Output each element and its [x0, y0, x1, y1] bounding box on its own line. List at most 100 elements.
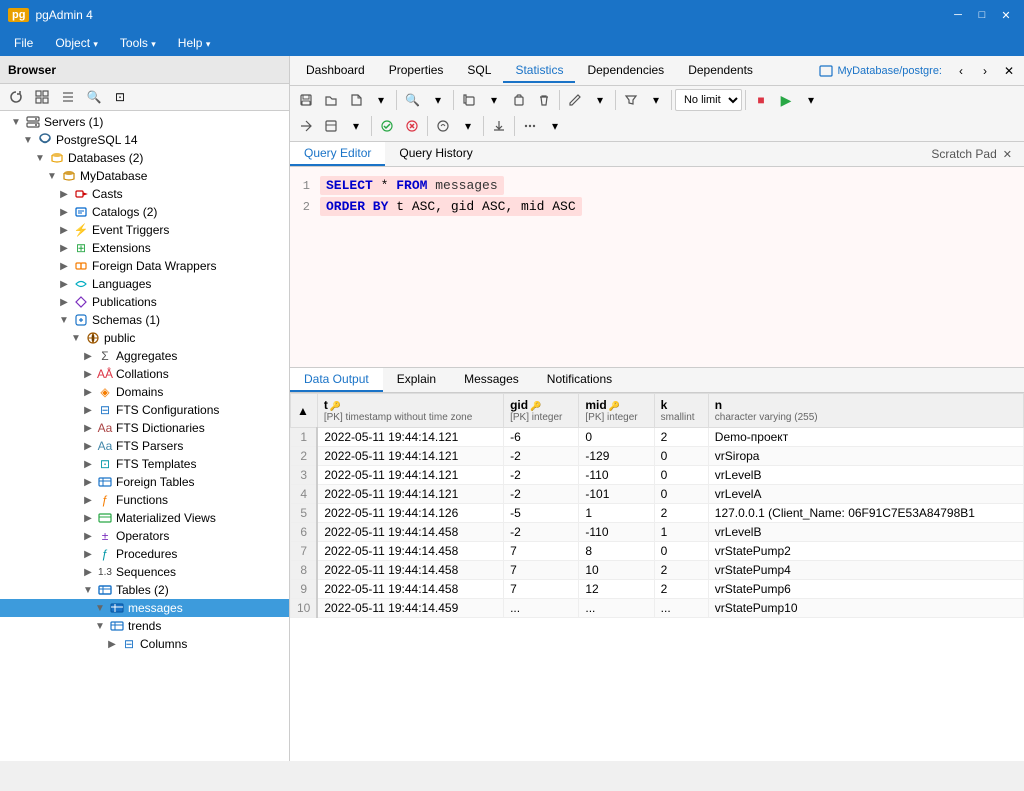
tree-item-trends[interactable]: ▼ trends: [0, 617, 289, 635]
tree-toggle[interactable]: ▼: [92, 603, 108, 614]
toolbar-more-dropdown[interactable]: ▾: [543, 114, 567, 138]
col-header-t[interactable]: t🔑 [PK] timestamp without time zone: [317, 394, 503, 428]
tree-item-sequences[interactable]: ▶ 1.3 Sequences: [0, 563, 289, 581]
tree-item-catalogs[interactable]: ▶ Catalogs (2): [0, 203, 289, 221]
results-tab-explain[interactable]: Explain: [383, 368, 450, 392]
toolbar-row2-btn1[interactable]: [294, 114, 318, 138]
tree-item-domains[interactable]: ▶ ◈ Domains: [0, 383, 289, 401]
toolbar-copy-dropdown[interactable]: ▾: [482, 88, 506, 112]
tree-item-mydatabase[interactable]: ▼ MyDatabase: [0, 167, 289, 185]
scratch-pad-close[interactable]: ✕: [1003, 148, 1012, 161]
tree-toggle[interactable]: ▶: [56, 297, 72, 308]
menu-object[interactable]: Object ▾: [45, 33, 108, 53]
tree-toggle[interactable]: ▶: [80, 567, 96, 578]
toolbar-delete-btn[interactable]: [532, 88, 556, 112]
tree-toggle[interactable]: ▶: [80, 513, 96, 524]
no-limit-select[interactable]: No limit 100 500 1000: [675, 89, 742, 111]
tab-dependents[interactable]: Dependents: [676, 59, 765, 83]
browser-terminal-btn[interactable]: ⊡: [108, 86, 132, 108]
tab-dashboard[interactable]: Dashboard: [294, 59, 377, 83]
menu-help[interactable]: Help ▾: [168, 33, 221, 53]
tree-toggle[interactable]: ▶: [56, 261, 72, 272]
tree-toggle[interactable]: ▶: [56, 243, 72, 254]
col-header-gid[interactable]: gid🔑 [PK] integer: [504, 394, 579, 428]
tree-toggle[interactable]: ▶: [56, 225, 72, 236]
toolbar-edit-btn[interactable]: [563, 88, 587, 112]
toolbar-filter-btn[interactable]: [619, 88, 643, 112]
tree-toggle[interactable]: ▶: [80, 369, 96, 380]
toolbar-copy-btn[interactable]: [457, 88, 481, 112]
col-header-n[interactable]: n character varying (255): [708, 394, 1023, 428]
toolbar-save-btn[interactable]: [294, 88, 318, 112]
scratch-pad-btn[interactable]: Scratch Pad ✕: [919, 142, 1024, 166]
toolbar-macro-btn[interactable]: [431, 114, 455, 138]
tree-toggle[interactable]: ▼: [20, 135, 36, 146]
tree-item-operators[interactable]: ▶ ± Operators: [0, 527, 289, 545]
tree-item-fts-templates[interactable]: ▶ ⊡ FTS Templates: [0, 455, 289, 473]
toolbar-run-dropdown[interactable]: ▾: [799, 88, 823, 112]
tree-toggle[interactable]: ▶: [56, 189, 72, 200]
toolbar-find-btn[interactable]: 🔍: [400, 88, 425, 112]
browser-list-btn[interactable]: [56, 86, 80, 108]
tree-item-functions[interactable]: ▶ ƒ Functions: [0, 491, 289, 509]
col-header-mid[interactable]: mid🔑 [PK] integer: [579, 394, 654, 428]
tree-toggle[interactable]: ▶: [80, 549, 96, 560]
results-tab-messages[interactable]: Messages: [450, 368, 533, 392]
tree-item-postgresql[interactable]: ▼ PostgreSQL 14: [0, 131, 289, 149]
tree-item-schemas[interactable]: ▼ Schemas (1): [0, 311, 289, 329]
tree-toggle[interactable]: ▶: [56, 207, 72, 218]
tree-toggle[interactable]: ▶: [56, 279, 72, 290]
tree-toggle[interactable]: ▼: [44, 171, 60, 182]
tree-item-fts-config[interactable]: ▶ ⊟ FTS Configurations: [0, 401, 289, 419]
tab-close-btn[interactable]: ✕: [998, 60, 1020, 82]
tree-toggle[interactable]: ▼: [8, 117, 24, 128]
browser-grid-btn[interactable]: [30, 86, 54, 108]
tree-item-tables[interactable]: ▼ Tables (2): [0, 581, 289, 599]
tab-properties[interactable]: Properties: [377, 59, 456, 83]
tree-item-aggregates[interactable]: ▶ Σ Aggregates: [0, 347, 289, 365]
code-editor[interactable]: 1 SELECT * FROM messages 2 ORDER BY t AS…: [290, 167, 1024, 367]
tree-toggle[interactable]: ▼: [56, 315, 72, 326]
toolbar-paste-btn[interactable]: [507, 88, 531, 112]
tree-toggle[interactable]: ▶: [80, 441, 96, 452]
toolbar-row2-btn2[interactable]: [319, 114, 343, 138]
tree-item-casts[interactable]: ▶ Casts: [0, 185, 289, 203]
results-tab-notifications[interactable]: Notifications: [533, 368, 626, 392]
results-tab-data[interactable]: Data Output: [290, 368, 383, 392]
tree-toggle[interactable]: ▶: [80, 531, 96, 542]
tree-toggle[interactable]: ▶: [104, 639, 120, 650]
tree-item-fts-dict[interactable]: ▶ Aa FTS Dictionaries: [0, 419, 289, 437]
tree-toggle[interactable]: ▼: [68, 333, 84, 344]
col-header-k[interactable]: k smallint: [654, 394, 708, 428]
toolbar-more-btn[interactable]: [518, 114, 542, 138]
toolbar-open-btn[interactable]: [319, 88, 343, 112]
toolbar-filter-dropdown[interactable]: ▾: [644, 88, 668, 112]
tree-item-columns[interactable]: ▶ ⊟ Columns: [0, 635, 289, 653]
tree-item-event-triggers[interactable]: ▶ ⚡ Event Triggers: [0, 221, 289, 239]
tree-item-publications[interactable]: ▶ Publications: [0, 293, 289, 311]
tree-item-languages[interactable]: ▶ Languages: [0, 275, 289, 293]
toolbar-download-btn[interactable]: [487, 114, 511, 138]
tree-toggle[interactable]: ▼: [80, 585, 96, 596]
tree-item-fts-parsers[interactable]: ▶ Aa FTS Parsers: [0, 437, 289, 455]
tree-item-messages[interactable]: ▼ messages: [0, 599, 289, 617]
tree-toggle[interactable]: ▼: [32, 153, 48, 164]
tab-dependencies[interactable]: Dependencies: [575, 59, 676, 83]
tree-toggle[interactable]: ▶: [80, 351, 96, 362]
tab-statistics[interactable]: Statistics: [503, 59, 575, 83]
tab-next-btn[interactable]: ›: [974, 60, 996, 82]
query-tab-history[interactable]: Query History: [385, 142, 486, 166]
tree-toggle[interactable]: ▶: [80, 477, 96, 488]
toolbar-savefile-btn[interactable]: [344, 88, 368, 112]
toolbar-savefile-dropdown[interactable]: ▾: [369, 88, 393, 112]
tree-toggle[interactable]: ▶: [80, 495, 96, 506]
toolbar-stop-btn[interactable]: ■: [749, 88, 773, 112]
tree-toggle[interactable]: ▶: [80, 459, 96, 470]
toolbar-run-btn[interactable]: ▶: [774, 88, 798, 112]
close-button[interactable]: ✕: [996, 5, 1016, 25]
tree-item-fdw[interactable]: ▶ Foreign Data Wrappers: [0, 257, 289, 275]
tree-item-foreign-tables[interactable]: ▶ Foreign Tables: [0, 473, 289, 491]
tree-item-procedures[interactable]: ▶ ƒ Procedures: [0, 545, 289, 563]
tree-item-public[interactable]: ▼ public: [0, 329, 289, 347]
tree-item-mat-views[interactable]: ▶ Materialized Views: [0, 509, 289, 527]
